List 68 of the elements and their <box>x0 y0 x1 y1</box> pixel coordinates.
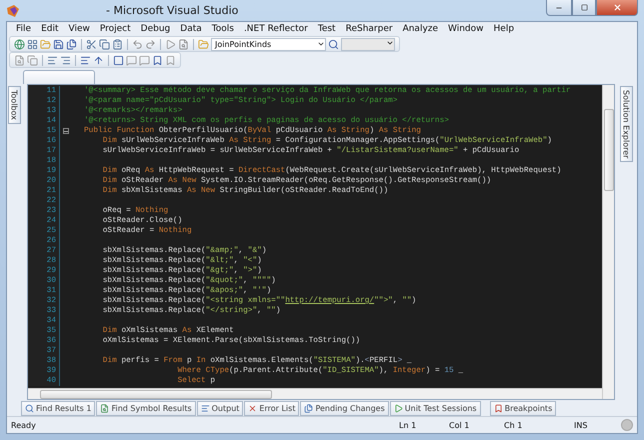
undo-icon[interactable] <box>132 38 143 50</box>
search-icon <box>25 404 34 412</box>
column-indicator: Col 1 <box>449 420 470 430</box>
document-tab[interactable] <box>23 70 95 84</box>
panel-tab[interactable]: Find Symbol Results <box>96 400 196 416</box>
line-indicator: Ln 1 <box>399 420 418 430</box>
panel-tab[interactable]: Pending Changes <box>300 400 389 416</box>
find-combo[interactable]: JoinPointKinds <box>211 38 326 50</box>
copy-icon[interactable] <box>99 38 110 50</box>
insert-mode-indicator: INS <box>574 420 588 430</box>
app-logo-icon <box>6 4 20 18</box>
solution-explorer-tab[interactable]: Solution Explorer <box>620 86 632 162</box>
menu-item[interactable]: Help <box>488 24 520 34</box>
menu-item[interactable]: Window <box>443 24 489 34</box>
panel-tab[interactable]: Find Results 1 <box>21 400 96 416</box>
char-indicator: Ch 1 <box>504 420 524 430</box>
comment-lines-icon[interactable] <box>80 54 91 66</box>
cut-icon[interactable] <box>86 38 97 50</box>
globe-icon[interactable] <box>14 38 25 50</box>
horizontal-scrollbar[interactable] <box>28 388 602 399</box>
close-icon <box>612 3 622 12</box>
menu-item[interactable]: Tools <box>206 24 239 34</box>
search-icon[interactable] <box>328 38 339 50</box>
minimize-button[interactable] <box>546 0 572 16</box>
menu-item[interactable]: File <box>11 24 36 34</box>
document-icon[interactable] <box>14 54 25 66</box>
close-icon <box>248 404 258 412</box>
maximize-icon <box>580 4 588 11</box>
panel-tab[interactable]: Output <box>196 400 244 416</box>
status-message: Ready <box>11 420 37 430</box>
play-icon <box>394 404 403 412</box>
save-all-icon[interactable] <box>66 38 77 50</box>
menu-item[interactable]: Test <box>312 24 341 34</box>
indent-icon[interactable] <box>60 54 71 66</box>
text-lines-icon <box>200 404 210 412</box>
menu-item[interactable]: ReSharper <box>340 24 398 34</box>
panel-tab[interactable]: Error List <box>244 400 300 416</box>
save-icon[interactable] <box>53 38 64 50</box>
window-title: - Microsoft Visual Studio <box>106 4 238 17</box>
menu-item[interactable]: Edit <box>36 24 64 34</box>
close-button[interactable] <box>596 0 638 16</box>
menu-item[interactable]: Data <box>175 24 207 34</box>
bookmark-icon[interactable] <box>152 54 163 66</box>
play-icon[interactable] <box>165 38 176 50</box>
maximize-button[interactable] <box>572 0 596 16</box>
menu-item[interactable]: Debug <box>136 24 176 34</box>
document-search-icon[interactable] <box>178 38 189 50</box>
menu-item[interactable]: Project <box>94 24 136 34</box>
grid-icon[interactable] <box>27 38 38 50</box>
menu-item[interactable]: .NET Reflector <box>238 24 313 34</box>
paste-icon[interactable] <box>112 38 123 50</box>
menu-item[interactable]: View <box>64 24 95 34</box>
bookmark-icon <box>494 404 503 412</box>
search-document-icon <box>100 404 110 412</box>
rectangle-icon[interactable] <box>113 54 124 66</box>
resize-grip-icon <box>621 419 633 431</box>
collapse-icon[interactable] <box>63 128 69 134</box>
panel-tab[interactable]: Breakpoints <box>490 400 556 416</box>
vertical-scrollbar[interactable] <box>602 85 614 399</box>
documents-icon <box>304 404 314 412</box>
menu-item[interactable]: Analyze <box>398 24 444 34</box>
panel-tab[interactable]: Unit Test Sessions <box>390 400 481 416</box>
toolbox-tab[interactable]: Toolbox <box>8 86 20 124</box>
pages-icon[interactable] <box>27 54 38 66</box>
redo-icon[interactable] <box>145 38 156 50</box>
dropdown-caret-icon <box>317 40 325 48</box>
outdent-icon[interactable] <box>47 54 58 66</box>
up-arrow-icon[interactable] <box>93 54 104 66</box>
